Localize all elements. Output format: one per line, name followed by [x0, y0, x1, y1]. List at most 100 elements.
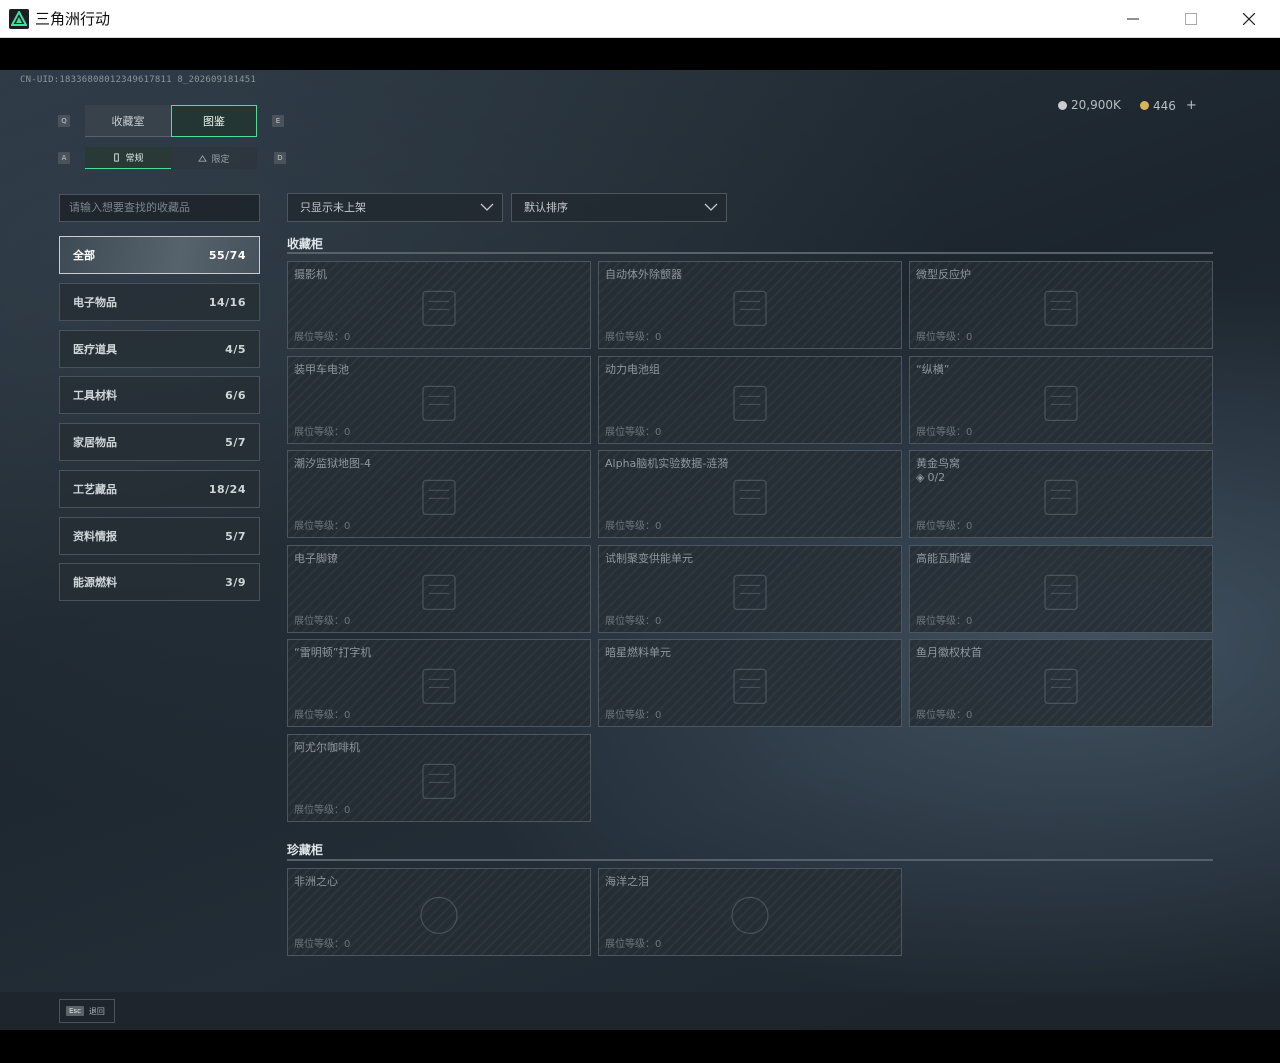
item-progress: ◈ 0/2 [916, 471, 946, 484]
tab-regular[interactable]: 常规 [85, 147, 171, 169]
item-level: 展位等级：0 [605, 710, 662, 721]
filter-value: 只显示未上架 [300, 201, 366, 214]
back-button[interactable]: Esc 退回 [59, 999, 115, 1023]
item-level: 展位等级：0 [294, 521, 351, 532]
item-card[interactable]: “纵横” 展位等级：0 [909, 356, 1213, 444]
item-level: 展位等级：0 [916, 427, 973, 438]
item-silhouette-icon [1031, 472, 1091, 526]
item-silhouette-icon [409, 378, 469, 432]
key-hint-a: A [58, 152, 70, 164]
chevron-down-icon [480, 203, 494, 211]
item-level: 展位等级：0 [605, 427, 662, 438]
treasure-card[interactable]: 非洲之心展位等级：0 [287, 868, 591, 956]
item-level: 展位等级：0 [916, 710, 973, 721]
footer-bar [0, 992, 1280, 1030]
item-card[interactable]: 自动体外除颤器 展位等级：0 [598, 261, 902, 349]
item-name: Alpha脑机实验数据-涟漪 [605, 457, 729, 470]
item-name: “纵横” [916, 363, 950, 376]
filter-dropdown[interactable]: 只显示未上架 [287, 193, 503, 222]
item-card[interactable]: 黄金鸟窝 ◈ 0/2 展位等级：0 [909, 450, 1213, 538]
item-silhouette-icon [1031, 567, 1091, 621]
item-silhouette-icon [720, 472, 780, 526]
item-name: 动力电池组 [605, 363, 660, 376]
item-name: 暗星燃料单元 [605, 646, 671, 659]
item-silhouette-icon [1031, 283, 1091, 337]
item-card[interactable]: 电子脚镣展位等级：0 [287, 545, 591, 633]
add-currency-button[interactable]: + [1186, 98, 1197, 113]
gold-amount: 446 [1153, 98, 1176, 113]
item-silhouette-icon [720, 378, 780, 432]
treasure-level: 展位等级：0 [605, 939, 662, 950]
category-intel[interactable]: 资料情报 5/7 [59, 517, 260, 555]
minimize-icon [1127, 18, 1139, 20]
key-hint-d: D [274, 152, 286, 164]
item-name: 电子脚镣 [294, 552, 338, 565]
minimize-button[interactable] [1104, 0, 1162, 38]
section-divider [287, 859, 1213, 861]
item-silhouette-icon [409, 472, 469, 526]
item-level: 展位等级：0 [294, 616, 351, 627]
item-silhouette-icon [1031, 661, 1091, 715]
uid-label: CN-UID:18336808012349617811 8_2026091814… [20, 75, 256, 85]
item-name: 摄影机 [294, 268, 327, 281]
sort-dropdown[interactable]: 默认排序 [511, 193, 727, 222]
window-titlebar: 三角洲行动 [0, 0, 1280, 38]
sort-value: 默认排序 [524, 201, 568, 214]
treasure-card[interactable]: 海洋之泪展位等级：0 [598, 868, 902, 956]
tab-limited[interactable]: 限定 [171, 147, 257, 169]
item-silhouette-icon [409, 756, 469, 810]
item-card[interactable]: “雷明顿”打字机 展位等级：0 [287, 639, 591, 727]
category-household[interactable]: 家居物品 5/7 [59, 423, 260, 461]
section-treasure-title: 珍藏柜 [287, 843, 324, 857]
close-button[interactable] [1220, 0, 1278, 38]
item-card[interactable]: 试制聚变供能单元 展位等级：0 [598, 545, 902, 633]
chevron-down-icon [704, 203, 718, 211]
item-card[interactable]: 阿尤尔咖啡机 展位等级：0 [287, 734, 591, 822]
category-all[interactable]: 全部 55/74 [59, 236, 260, 274]
treasure-level: 展位等级：0 [294, 939, 351, 950]
category-energy[interactable]: 能源燃料 3/9 [59, 563, 260, 601]
item-silhouette-icon [409, 661, 469, 715]
item-card[interactable]: 鱼月徽权杖首 展位等级：0 [909, 639, 1213, 727]
treasure-silhouette-icon [720, 890, 780, 944]
item-level: 展位等级：0 [605, 616, 662, 627]
search-input[interactable]: 请输入想要查找的收藏品 [59, 194, 260, 222]
item-level: 展位等级：0 [605, 332, 662, 343]
category-crafts[interactable]: 工艺藏品 18/24 [59, 470, 260, 508]
item-silhouette-icon [409, 283, 469, 337]
item-card[interactable]: 潮汐监狱地图-4 展位等级：0 [287, 450, 591, 538]
item-level: 展位等级：0 [916, 332, 973, 343]
item-name: 阿尤尔咖啡机 [294, 741, 360, 754]
item-name: “雷明顿”打字机 [294, 646, 372, 659]
window-title: 三角洲行动 [35, 10, 111, 28]
item-card[interactable]: 装甲车电池 展位等级：0 [287, 356, 591, 444]
item-card[interactable]: 暗星燃料单元 展位等级：0 [598, 639, 902, 727]
item-card[interactable]: 动力电池组展位等级：0 [598, 356, 902, 444]
tab-collection-room[interactable]: 收藏室 [85, 105, 171, 137]
treasure-name: 非洲之心 [294, 875, 338, 888]
section-cabinet-title: 收藏柜 [287, 237, 324, 251]
item-card[interactable]: 微型反应炉 展位等级：0 [909, 261, 1213, 349]
item-card[interactable]: Alpha脑机实验数据-涟漪 展位等级：0 [598, 450, 902, 538]
letterbox-top [0, 38, 1280, 70]
item-level: 展位等级：0 [294, 332, 351, 343]
item-level: 展位等级：0 [916, 521, 973, 532]
treasure-name: 海洋之泪 [605, 875, 649, 888]
category-tools[interactable]: 工具材料 6/6 [59, 376, 260, 414]
maximize-button[interactable] [1162, 0, 1220, 38]
key-hint-q: Q [58, 115, 70, 127]
item-card[interactable]: 高能瓦斯罐 展位等级：0 [909, 545, 1213, 633]
category-electronics[interactable]: 电子物品 14/16 [59, 283, 260, 321]
item-silhouette-icon [720, 661, 780, 715]
silver-coin-icon [1058, 100, 1067, 110]
item-card[interactable]: 摄影机展位等级：0 [287, 261, 591, 349]
tab-codex[interactable]: 图鉴 [171, 105, 257, 137]
section-divider [287, 252, 1213, 254]
tab-regular-label: 常规 [125, 154, 144, 164]
treasure-silhouette-icon [409, 890, 469, 944]
silver-currency: 20,900K [1058, 98, 1121, 112]
item-name: 装甲车电池 [294, 363, 349, 376]
progress-icon: ◈ [916, 471, 925, 484]
category-medical[interactable]: 医疗道具 4/5 [59, 330, 260, 368]
item-level: 展位等级：0 [294, 805, 351, 816]
